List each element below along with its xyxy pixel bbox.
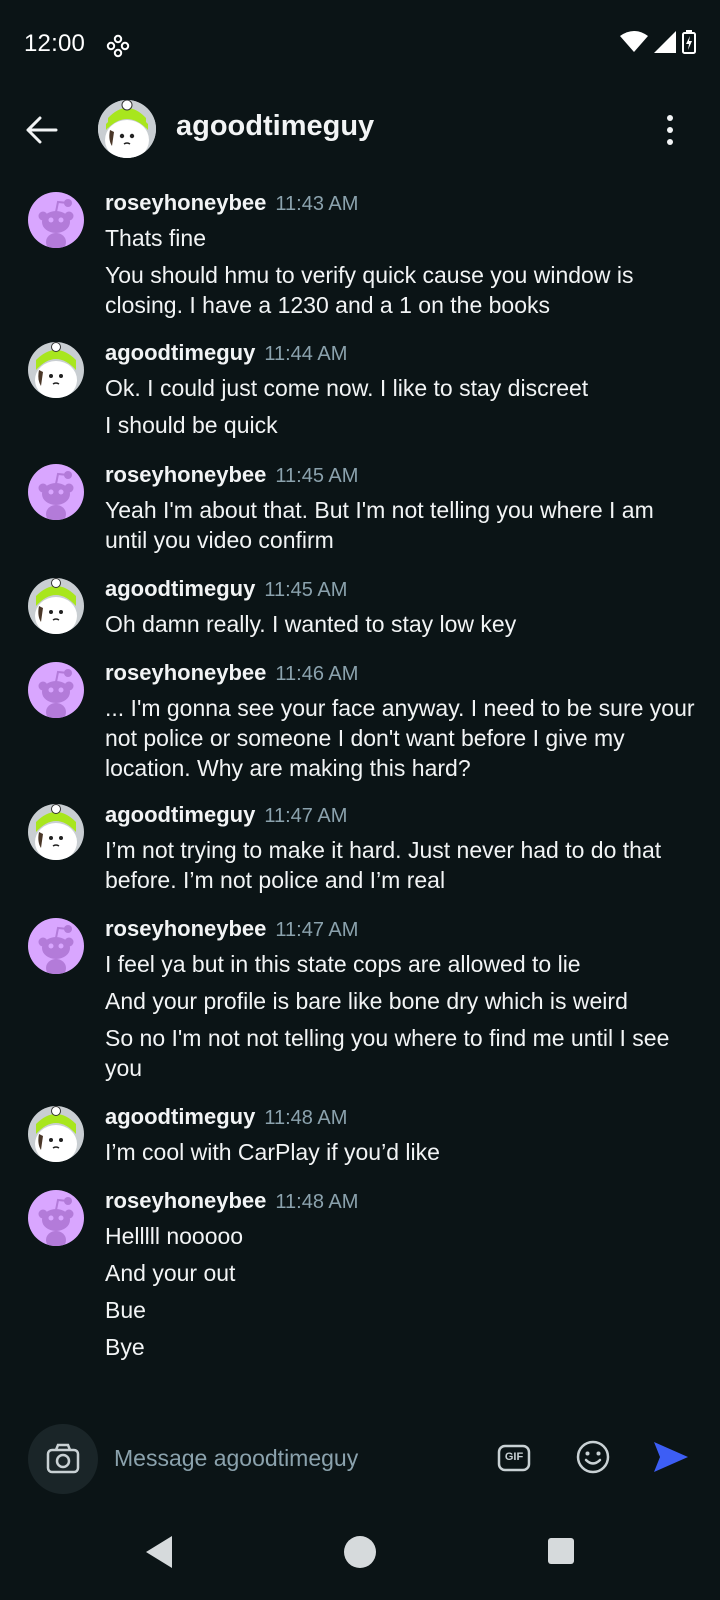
status-time: 12:00: [24, 30, 86, 57]
message-text[interactable]: Oh damn really. I wanted to stay low key: [105, 609, 695, 639]
message-meta: agoodtimeguy 11:47 AM: [105, 802, 695, 832]
message-timestamp: 11:48 AM: [275, 1191, 359, 1213]
send-button[interactable]: [650, 1436, 692, 1478]
camera-icon: [46, 1443, 80, 1474]
message-meta: agoodtimeguy 11:45 AM: [105, 576, 695, 606]
message-text[interactable]: And your profile is bare like bone dry w…: [105, 986, 695, 1016]
message-author[interactable]: roseyhoneybee: [105, 916, 266, 942]
avatar[interactable]: [28, 1190, 84, 1246]
message-text[interactable]: I’m cool with CarPlay if you’d like: [105, 1137, 695, 1167]
message-text[interactable]: You should hmu to verify quick cause you…: [105, 260, 695, 320]
wifi-icon: [620, 31, 648, 58]
message-text[interactable]: Ok. I could just come now. I like to sta…: [105, 373, 695, 403]
message-body: agoodtimeguy 11:45 AM Oh damn really. I wa…: [105, 576, 695, 639]
chat-header: agoodtimeguy: [0, 92, 720, 170]
message-body: agoodtimeguy 11:47 AM I’m not trying to ma…: [105, 802, 695, 895]
more-options-button[interactable]: [660, 110, 680, 150]
avatar[interactable]: [28, 192, 84, 248]
message-timestamp: 11:45 AM: [264, 579, 348, 601]
arrow-left-icon: [26, 116, 58, 144]
message-body: agoodtimeguy 11:44 AM Ok. I could just com…: [105, 340, 695, 440]
emoji-button[interactable]: [574, 1438, 612, 1476]
message-body: roseyhoneybee 11:46 AM ... I'm gonna see y…: [105, 660, 695, 783]
system-navigation-bar: [0, 1510, 720, 1600]
message-author[interactable]: agoodtimeguy: [105, 1104, 255, 1130]
message-body: agoodtimeguy 11:48 AM I’m cool with CarPla…: [105, 1104, 695, 1167]
message-text[interactable]: Helllll nooooo: [105, 1221, 695, 1251]
message-body: roseyhoneybee 11:48 AM Helllll nooooo And y…: [105, 1188, 695, 1362]
message-body: roseyhoneybee 11:45 AM Yeah I'm about that…: [105, 462, 695, 555]
message-author[interactable]: roseyhoneybee: [105, 190, 266, 216]
message-body: roseyhoneybee 11:47 AM I feel ya but in th…: [105, 916, 695, 1083]
message-text[interactable]: I’m not trying to make it hard. Just nev…: [105, 835, 695, 895]
header-avatar[interactable]: [98, 100, 156, 158]
message-list[interactable]: roseyhoneybee 11:43 AM Thats fine You shoul…: [0, 170, 720, 1420]
message-author[interactable]: roseyhoneybee: [105, 1188, 266, 1214]
message-timestamp: 11:43 AM: [275, 193, 359, 215]
avatar[interactable]: [28, 918, 84, 974]
message-body: roseyhoneybee 11:43 AM Thats fine You shoul…: [105, 190, 695, 320]
send-icon: [654, 1442, 688, 1472]
avatar[interactable]: [28, 662, 84, 718]
message-meta: roseyhoneybee 11:48 AM: [105, 1188, 695, 1218]
message-author[interactable]: roseyhoneybee: [105, 660, 266, 686]
message-text[interactable]: I should be quick: [105, 410, 695, 440]
message-text[interactable]: Bye: [105, 1332, 695, 1362]
message-text[interactable]: Bue: [105, 1295, 695, 1325]
message-timestamp: 11:46 AM: [275, 663, 359, 685]
message-input[interactable]: [114, 1438, 474, 1478]
message-text[interactable]: And your out: [105, 1258, 695, 1288]
message-timestamp: 11:48 AM: [264, 1107, 348, 1129]
avatar[interactable]: [28, 804, 84, 860]
message-text[interactable]: Yeah I'm about that. But I'm not telling…: [105, 495, 695, 555]
message-text[interactable]: I feel ya but in this state cops are all…: [105, 949, 695, 979]
cellular-icon: [654, 31, 676, 58]
gif-button[interactable]: GIF: [496, 1440, 532, 1476]
avatar[interactable]: [28, 342, 84, 398]
message-meta: agoodtimeguy 11:48 AM: [105, 1104, 695, 1134]
nav-home-icon[interactable]: [344, 1536, 376, 1568]
message-author[interactable]: agoodtimeguy: [105, 576, 255, 602]
emoji-icon: [576, 1440, 610, 1474]
message-text[interactable]: ... I'm gonna see your face anyway. I ne…: [105, 693, 695, 783]
message-text[interactable]: Thats fine: [105, 223, 695, 253]
message-timestamp: 11:44 AM: [264, 343, 348, 365]
camera-button[interactable]: [28, 1424, 98, 1494]
message-composer: GIF: [0, 1420, 720, 1508]
message-meta: roseyhoneybee 11:45 AM: [105, 462, 695, 492]
message-timestamp: 11:45 AM: [275, 465, 359, 487]
gif-label: GIF: [504, 1451, 524, 1463]
conversation-title: agoodtimeguy: [176, 110, 375, 142]
back-button[interactable]: [22, 110, 62, 150]
message-meta: agoodtimeguy 11:44 AM: [105, 340, 695, 370]
avatar[interactable]: [28, 578, 84, 634]
status-bar: 12:00: [0, 0, 720, 92]
message-timestamp: 11:47 AM: [275, 919, 359, 941]
nav-recents-icon[interactable]: [548, 1538, 574, 1564]
message-meta: roseyhoneybee 11:43 AM: [105, 190, 695, 220]
avatar[interactable]: [28, 1106, 84, 1162]
notification-dots-icon: [106, 34, 130, 58]
message-author[interactable]: agoodtimeguy: [105, 802, 255, 828]
message-meta: roseyhoneybee 11:46 AM: [105, 660, 695, 690]
message-timestamp: 11:47 AM: [264, 805, 348, 827]
message-meta: roseyhoneybee 11:47 AM: [105, 916, 695, 946]
nav-back-icon[interactable]: [144, 1534, 176, 1570]
avatar[interactable]: [28, 464, 84, 520]
message-text[interactable]: So no I'm not not telling you where to f…: [105, 1023, 695, 1083]
message-author[interactable]: agoodtimeguy: [105, 340, 255, 366]
message-author[interactable]: roseyhoneybee: [105, 462, 266, 488]
more-vertical-icon: [667, 115, 673, 145]
status-icons: [620, 30, 696, 59]
battery-charging-icon: [682, 30, 696, 59]
